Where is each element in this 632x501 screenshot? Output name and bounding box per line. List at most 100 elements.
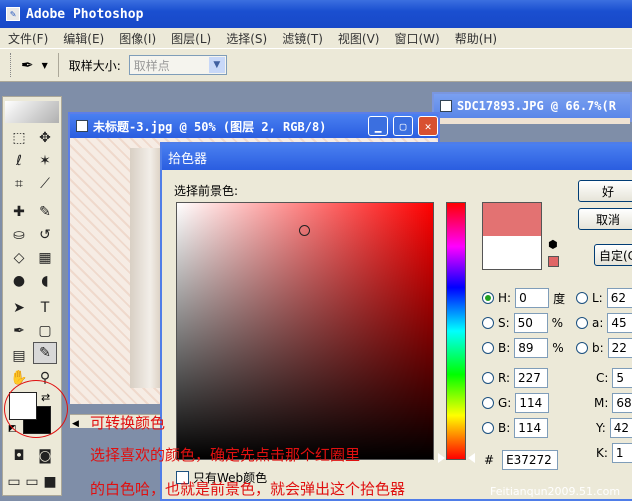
- tool-preset-arrow-icon[interactable]: ▼: [42, 61, 48, 70]
- y-label: Y:: [596, 421, 606, 435]
- hue-slider-right-arrow[interactable]: [468, 453, 475, 463]
- gamut-cube-icon[interactable]: ⬢: [548, 238, 558, 251]
- pen-tool-icon[interactable]: ✒: [7, 320, 31, 342]
- menu-select[interactable]: 选择(S): [226, 30, 267, 47]
- photoshop-icon: ✎: [6, 7, 20, 21]
- b-radio[interactable]: [482, 342, 494, 354]
- g-radio[interactable]: [482, 397, 494, 409]
- cancel-label: 取消: [595, 212, 620, 227]
- field-a: a: 45: [576, 313, 632, 333]
- menu-edit[interactable]: 编辑(E): [63, 30, 104, 47]
- hue-slider-left-arrow[interactable]: [438, 453, 445, 463]
- s-unit: %: [551, 316, 564, 330]
- field-blue: B: 114: [482, 418, 549, 438]
- standard-mode-icon[interactable]: ◘: [7, 445, 31, 467]
- y-input[interactable]: 42: [609, 418, 632, 438]
- menu-image[interactable]: 图像(I): [119, 30, 156, 47]
- custom-button[interactable]: 自定(C: [594, 244, 632, 266]
- menu-help[interactable]: 帮助(H): [455, 30, 497, 47]
- maximize-button[interactable]: ▢: [393, 116, 413, 136]
- k-input[interactable]: 1: [611, 443, 632, 463]
- document-window-back[interactable]: SDC17893.JPG @ 66.7%(R: [432, 92, 632, 124]
- healing-brush-icon[interactable]: ✚: [7, 201, 31, 223]
- screen-mode-full-menu-icon[interactable]: ▭: [23, 471, 41, 493]
- scroll-left-icon[interactable]: ◀: [72, 419, 79, 429]
- ok-button[interactable]: 好: [578, 180, 632, 202]
- marquee-tool-icon[interactable]: ⬚: [7, 127, 31, 149]
- eyedropper-tool-icon[interactable]: ✎: [33, 342, 57, 364]
- a-radio[interactable]: [576, 317, 588, 329]
- annotation-line-1: 可转换颜色: [90, 414, 166, 432]
- eyedropper-icon[interactable]: ✒: [21, 56, 34, 74]
- stamp-tool-icon[interactable]: ⛀: [7, 224, 31, 246]
- a-label: a:: [592, 316, 604, 330]
- menu-view[interactable]: 视图(V): [338, 30, 380, 47]
- l-radio[interactable]: [576, 292, 588, 304]
- hex-input[interactable]: E37272: [502, 450, 559, 470]
- magic-wand-tool-icon[interactable]: ✶: [33, 150, 57, 172]
- r-radio[interactable]: [482, 372, 494, 384]
- grip-handle[interactable]: [10, 53, 13, 77]
- lab-b-radio[interactable]: [576, 342, 588, 354]
- lasso-tool-icon[interactable]: ℓ: [7, 150, 31, 172]
- notes-tool-icon[interactable]: ▤: [7, 345, 31, 367]
- document-title-front: 未标题-3.jpg @ 50% (图层 2, RGB/8): [93, 119, 327, 134]
- crop-tool-icon[interactable]: ⌗: [7, 173, 31, 195]
- menu-layer[interactable]: 图层(L): [171, 30, 211, 47]
- hex-label: #: [484, 453, 495, 467]
- path-selection-icon[interactable]: ➤: [7, 297, 31, 319]
- field-hex: # E37272: [482, 450, 559, 470]
- cancel-button[interactable]: 取消: [578, 208, 632, 230]
- b-label: B:: [498, 341, 511, 355]
- eraser-tool-icon[interactable]: ◇: [7, 247, 31, 269]
- app-title-bar: ✎ Adobe Photoshop: [0, 0, 632, 28]
- lab-b-label: b:: [592, 341, 604, 355]
- dodge-tool-icon[interactable]: ◖: [33, 270, 57, 292]
- s-radio[interactable]: [482, 317, 494, 329]
- close-button[interactable]: ✕: [418, 116, 438, 136]
- new-color-swatch: [482, 202, 542, 236]
- type-tool-icon[interactable]: T: [33, 297, 57, 319]
- screen-mode-full-icon[interactable]: ■: [41, 471, 59, 493]
- brush-tool-icon[interactable]: ✎: [33, 201, 57, 223]
- slice-tool-icon[interactable]: ⟋: [33, 173, 57, 195]
- field-k: K: 1: [596, 443, 632, 463]
- h-radio[interactable]: [482, 292, 494, 304]
- blue-radio[interactable]: [482, 422, 494, 434]
- h-input[interactable]: 0: [515, 288, 550, 308]
- lab-b-input[interactable]: 22: [607, 338, 632, 358]
- a-input[interactable]: 45: [607, 313, 632, 333]
- document-title-bar[interactable]: 未标题-3.jpg @ 50% (图层 2, RGB/8) ▁ ▢ ✕: [70, 114, 438, 138]
- menu-window[interactable]: 窗口(W): [394, 30, 439, 47]
- blur-tool-icon[interactable]: ●: [7, 270, 31, 292]
- g-input[interactable]: 114: [515, 393, 550, 413]
- select-foreground-label: 选择前景色:: [174, 184, 239, 198]
- current-color-swatch[interactable]: [482, 236, 542, 270]
- history-brush-icon[interactable]: ↺: [33, 224, 57, 246]
- web-safe-swatch[interactable]: [548, 256, 559, 267]
- c-input[interactable]: 5: [612, 368, 632, 388]
- color-field-cursor[interactable]: [299, 225, 310, 236]
- b-input[interactable]: 89: [514, 338, 549, 358]
- field-l: L: 62: [576, 288, 632, 308]
- quick-mask-icon[interactable]: ◙: [33, 445, 57, 467]
- sample-size-select[interactable]: 取样点 ▼: [128, 55, 227, 75]
- r-input[interactable]: 227: [514, 368, 549, 388]
- l-input[interactable]: 62: [606, 288, 632, 308]
- s-input[interactable]: 50: [513, 313, 548, 333]
- hue-slider[interactable]: [446, 202, 466, 460]
- field-m: M: 68: [594, 393, 632, 413]
- move-tool-icon[interactable]: ✥: [33, 127, 57, 149]
- gradient-tool-icon[interactable]: ▦: [33, 247, 57, 269]
- menu-filter[interactable]: 滤镜(T): [282, 30, 323, 47]
- color-picker-title-bar[interactable]: 拾色器: [162, 144, 632, 170]
- shape-tool-icon[interactable]: ▢: [33, 320, 57, 342]
- color-field[interactable]: [176, 202, 434, 460]
- b-unit: %: [552, 341, 564, 355]
- m-input[interactable]: 68: [612, 393, 632, 413]
- minimize-button[interactable]: ▁: [368, 116, 388, 136]
- blue-input[interactable]: 114: [514, 418, 549, 438]
- screen-mode-standard-icon[interactable]: ▭: [5, 471, 23, 493]
- menu-file[interactable]: 文件(F): [8, 30, 48, 47]
- feather-logo: [5, 101, 59, 123]
